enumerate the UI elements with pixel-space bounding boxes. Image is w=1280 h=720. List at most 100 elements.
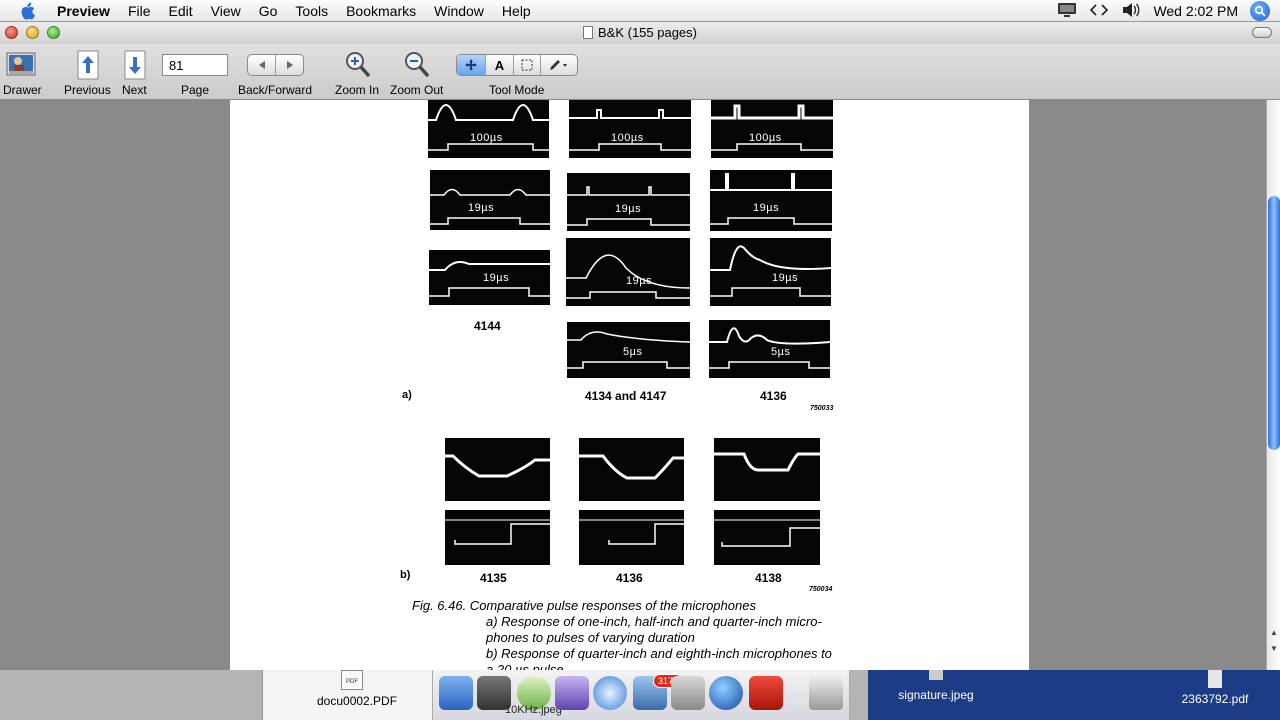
mail-icon[interactable]: 3173: [633, 674, 684, 710]
timebase-label: 5µs: [623, 346, 643, 358]
figure-code-a: 750033: [810, 405, 834, 412]
menu-view[interactable]: View: [202, 0, 250, 22]
spotlight-icon[interactable]: [1250, 1, 1270, 21]
forward-arrow-icon: [286, 61, 293, 69]
previous-button[interactable]: [76, 49, 100, 81]
trash-icon[interactable]: [809, 676, 843, 710]
menu-window[interactable]: Window: [425, 0, 493, 22]
mic-label-b-2: 4136: [616, 571, 643, 585]
part-label-b: b): [400, 569, 411, 581]
annotate-tool-button[interactable]: [541, 55, 577, 75]
drawer-button[interactable]: [6, 50, 36, 80]
back-arrow-icon: [258, 61, 265, 69]
oscillogram-4144-19us-a: 19µs: [430, 170, 550, 230]
mic-label-a-1: 4144: [474, 319, 501, 333]
figure-code-b: 750034: [809, 586, 833, 593]
safari-icon[interactable]: [593, 676, 627, 710]
move-icon: [465, 59, 477, 71]
toolbar: Drawer Previous Next Page Back/Forward Z…: [0, 44, 1280, 100]
timebase-label: 5µs: [771, 346, 791, 358]
mic-label-b-1: 4135: [480, 571, 507, 585]
text-tool-button[interactable]: A: [486, 55, 514, 75]
oscillogram-4134-5us: 5µs: [567, 322, 690, 378]
timebase-label: 19µs: [772, 272, 799, 284]
mic-label-a-3: 4136: [760, 389, 787, 403]
desktop-file-2363792[interactable]: 2363792.pdf: [1170, 670, 1260, 706]
drawer-label: Drawer: [3, 83, 42, 97]
oscillogram-4136-100us: 100µs: [711, 100, 833, 158]
acrobat-icon[interactable]: [749, 676, 783, 710]
imovie-icon[interactable]: [555, 676, 589, 710]
menu-file[interactable]: File: [119, 0, 160, 22]
menu-app-name[interactable]: Preview: [48, 0, 119, 22]
timebase-label: 19µs: [468, 202, 495, 214]
desktop-right: signature.jpeg 2363792.pdf: [868, 670, 1280, 720]
scroll-down-arrow-icon[interactable]: ▼: [1270, 644, 1278, 653]
oscillogram-4135-lower: [445, 510, 550, 565]
menu-tools[interactable]: Tools: [286, 0, 337, 22]
document-proxy-icon[interactable]: [582, 26, 593, 39]
forward-button[interactable]: [276, 55, 303, 75]
tool-mode-label: Tool Mode: [489, 83, 545, 97]
sync-arrows-icon[interactable]: [1089, 3, 1109, 20]
timebase-label: 19µs: [615, 203, 642, 215]
oscillogram-4134-19us-a: 19µs: [567, 173, 690, 231]
timebase-label: 100µs: [749, 132, 782, 144]
menu-help[interactable]: Help: [493, 0, 540, 22]
figure-caption-title: Fig. 6.46. Comparative pulse responses o…: [412, 598, 756, 613]
oscillogram-4136-lower: [579, 510, 684, 565]
apple-menu-icon[interactable]: [16, 2, 38, 20]
dock-file-label: 10KHz.jpeg: [505, 704, 562, 716]
finder-icon[interactable]: [439, 676, 473, 710]
volume-icon[interactable]: [1121, 2, 1141, 21]
vertical-scrollbar[interactable]: ▲ ▼: [1266, 100, 1280, 670]
menu-clock[interactable]: Wed 2:02 PM: [1153, 3, 1238, 19]
oscillogram-4136-19us-b: 19µs: [710, 238, 831, 306]
zoom-in-button[interactable]: [343, 49, 373, 81]
menu-bookmarks[interactable]: Bookmarks: [337, 0, 425, 22]
move-tool-button[interactable]: [457, 55, 486, 75]
scroll-thumb[interactable]: [1268, 196, 1280, 450]
figure-caption-line-5: a 20 µs pulse: [486, 662, 564, 670]
zoom-in-label: Zoom In: [335, 83, 380, 97]
menu-edit[interactable]: Edit: [160, 0, 202, 22]
window-title: B&K (155 pages): [0, 25, 1280, 40]
iphoto-icon[interactable]: [671, 676, 705, 710]
timebase-label: 100µs: [611, 132, 644, 144]
desktop-file-signature[interactable]: signature.jpeg: [896, 670, 976, 702]
network-globe-icon[interactable]: [709, 676, 743, 710]
oscillogram-4138-upper: [714, 438, 820, 501]
page-number-input[interactable]: [162, 54, 228, 76]
oscillogram-4134-19us-b: 19µs: [566, 238, 690, 306]
menu-go[interactable]: Go: [250, 0, 287, 22]
oscillogram-4136-upper: [579, 438, 684, 501]
zoom-out-button[interactable]: [402, 49, 432, 81]
select-tool-button[interactable]: [514, 55, 541, 75]
next-button[interactable]: [123, 49, 147, 81]
toolbar-toggle-button[interactable]: [1252, 27, 1272, 38]
timebase-label: 19µs: [483, 272, 510, 284]
figure-caption-line-2: a) Response of one-inch, half-inch and q…: [486, 614, 822, 629]
mic-label-b-3: 4138: [755, 571, 782, 585]
timebase-label: 19µs: [753, 202, 780, 214]
marquee-icon: [521, 59, 533, 71]
window-title-text: B&K (155 pages): [597, 25, 697, 40]
window-title-bar[interactable]: B&K (155 pages): [0, 22, 1280, 44]
dock: 10KHz.jpeg 3173: [432, 670, 850, 720]
pencil-dropdown-icon: [550, 60, 567, 70]
oscillogram-4135-upper: [445, 438, 550, 501]
next-label: Next: [122, 83, 147, 97]
image-file-icon: [929, 670, 943, 680]
scroll-up-arrow-icon[interactable]: ▲: [1270, 628, 1278, 637]
oscillogram-4144-100us: 100µs: [428, 100, 549, 158]
part-label-a: a): [402, 389, 412, 401]
timebase-label: 19µs: [626, 275, 653, 287]
document-view[interactable]: 100µs 100µs 100µs 19µs 19µs 19µs 19µs 19…: [0, 100, 1266, 670]
desktop-file-docu0002[interactable]: PDF docu0002.PDF: [317, 670, 397, 708]
pdf-file-icon: [1208, 670, 1222, 688]
previous-label: Previous: [64, 83, 111, 97]
display-icon[interactable]: [1057, 2, 1077, 21]
back-button[interactable]: [248, 55, 276, 75]
oscillogram-4136-19us-a: 19µs: [710, 170, 832, 231]
back-forward-control: [247, 54, 304, 76]
